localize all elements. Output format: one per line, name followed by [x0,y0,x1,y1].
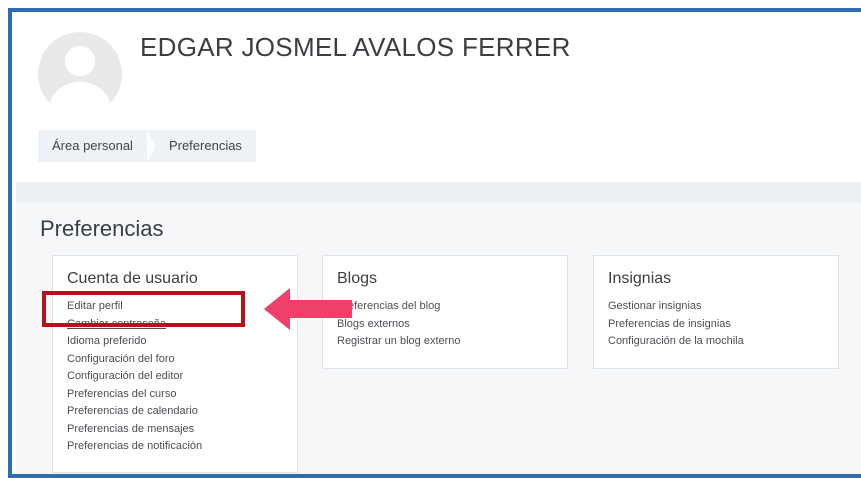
card-title: Blogs [337,270,378,287]
header-divider-strip [16,182,861,202]
breadcrumb: Área personal Preferencias [38,130,256,162]
card-title: Insignias [608,270,672,287]
link-configuracion-mochila[interactable]: Configuración de la mochila [608,333,824,351]
link-preferencias-curso[interactable]: Preferencias del curso [67,386,283,404]
avatar-head-shape [65,46,95,76]
link-preferencias-calendario[interactable]: Preferencias de calendario [67,403,283,421]
link-blogs-externos[interactable]: Blogs externos [337,316,553,334]
card-insignias: Insignias Gestionar insignias Preferenci… [593,255,839,369]
link-registrar-blog-externo[interactable]: Registrar un blog externo [337,333,553,351]
link-preferencias-insignias[interactable]: Preferencias de insignias [608,316,824,334]
link-preferencias-notificacion[interactable]: Preferencias de notificación [67,438,283,456]
page-header: EDGAR JOSMEL AVALOS FERRER Área personal… [16,12,861,183]
avatar-body-shape [50,82,110,116]
main-content: Preferencias Cuenta de usuario Editar pe… [16,202,861,474]
card-title: Cuenta de usuario [67,270,198,287]
link-configuracion-editor[interactable]: Configuración del editor [67,368,283,386]
breadcrumb-separator [146,130,155,162]
card-cuenta-de-usuario: Cuenta de usuario Editar perfil Cambiar … [52,255,298,473]
link-gestionar-insignias[interactable]: Gestionar insignias [608,298,824,316]
highlight-box-annotation [42,291,245,327]
screenshot-frame: EDGAR JOSMEL AVALOS FERRER Área personal… [8,8,861,478]
link-preferencias-mensajes[interactable]: Preferencias de mensajes [67,421,283,439]
user-full-name: EDGAR JOSMEL AVALOS FERRER [140,32,571,62]
breadcrumb-item-preferencias[interactable]: Preferencias [155,130,256,162]
link-idioma-preferido[interactable]: Idioma preferido [67,333,283,351]
user-avatar[interactable] [38,32,122,116]
link-preferencias-blog[interactable]: Preferencias del blog [337,298,553,316]
pointer-arrow-icon [264,288,352,330]
link-configuracion-foro[interactable]: Configuración del foro [67,351,283,369]
breadcrumb-item-area-personal[interactable]: Área personal [38,130,147,162]
page-title: Preferencias [40,216,164,241]
card-blogs: Blogs Preferencias del blog Blogs extern… [322,255,568,369]
